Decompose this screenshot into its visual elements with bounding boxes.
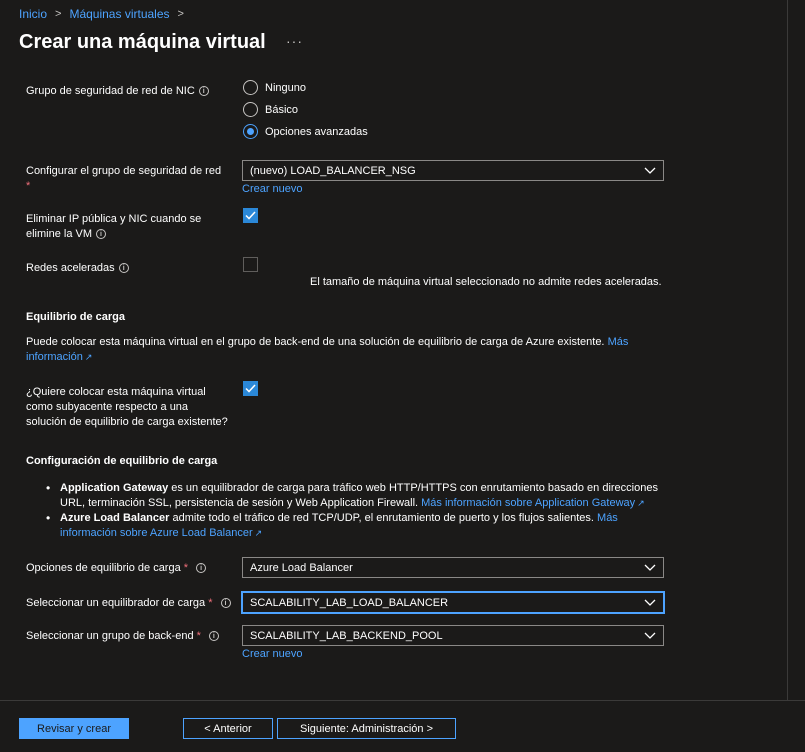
ag-name: Application Gateway: [60, 482, 169, 494]
list-item: Azure Load Balancer admite todo el tráfi…: [46, 511, 670, 541]
required-mark: *: [208, 597, 213, 609]
lb-config-title: Configuración de equilibrio de carga: [26, 455, 218, 467]
ag-text: URL, terminación SSL, persistencia de se…: [60, 497, 419, 509]
backend-pool-value: SCALABILITY_LAB_BACKEND_POOL: [250, 629, 443, 642]
radio-circle[interactable]: [243, 80, 258, 95]
breadcrumb-separator: >: [55, 8, 62, 20]
lb-options-select[interactable]: Azure Load Balancer: [242, 557, 664, 578]
lb-question-line3: solución de equilibrio de carga existent…: [26, 416, 228, 428]
radio-circle-selected[interactable]: [243, 124, 258, 139]
list-item: Application Gateway es un equilibrador d…: [46, 481, 670, 511]
external-link-icon: ↗: [637, 498, 645, 508]
page-title: Crear una máquina virtual: [19, 31, 266, 53]
footer-divider: [0, 700, 805, 701]
chevron-down-icon: [644, 167, 656, 175]
load-balancing-title: Equilibrio de carga: [26, 311, 126, 323]
breadcrumb-separator: >: [177, 8, 184, 20]
chevron-down-icon: [644, 632, 656, 640]
checkmark-icon: [245, 384, 256, 393]
chevron-down-icon: [644, 599, 656, 607]
delete-ip-checkbox[interactable]: [243, 208, 258, 223]
alb-text: admite todo el tráfico de red TCP/UDP, e…: [169, 512, 594, 524]
lb-select-value: SCALABILITY_LAB_LOAD_BALANCER: [250, 596, 449, 609]
info-icon[interactable]: i: [208, 631, 219, 642]
required-mark: *: [196, 630, 201, 642]
nic-nsg-label: Grupo de seguridad de red de NIC i: [26, 84, 209, 99]
accel-net-label: Redes aceleradas i: [26, 261, 129, 276]
more-link-text: Más: [607, 336, 629, 348]
required-mark: *: [26, 180, 31, 192]
lb-options-value: Azure Load Balancer: [250, 561, 353, 574]
lb-select-label-text: Seleccionar un equilibrador de carga: [26, 597, 206, 609]
backend-pool-label-text: Seleccionar un grupo de back-end: [26, 630, 194, 642]
accel-net-label-text: Redes aceleradas: [26, 262, 115, 274]
more-link-text: información: [26, 351, 83, 363]
lb-question-line1: ¿Quiere colocar esta máquina virtual: [26, 386, 206, 398]
lb-question-label: ¿Quiere colocar esta máquina virtual com…: [26, 385, 228, 430]
radio-label: Básico: [265, 103, 299, 116]
config-nsg-create-new-link[interactable]: Crear nuevo: [242, 183, 303, 195]
radio-label: Opciones avanzadas: [265, 125, 368, 138]
delete-ip-label-line1: Eliminar IP pública y NIC cuando se: [26, 213, 202, 225]
required-mark: *: [183, 562, 189, 574]
info-icon[interactable]: i: [96, 229, 107, 240]
radio-option-none[interactable]: Ninguno: [243, 80, 306, 95]
breadcrumb-vms-link[interactable]: Máquinas virtuales: [69, 7, 169, 21]
previous-button[interactable]: < Anterior: [183, 718, 273, 739]
nic-nsg-label-text: Grupo de seguridad de red de NIC: [26, 85, 195, 97]
config-nsg-label-text: Configurar el grupo de seguridad de red: [26, 165, 222, 177]
external-link-icon: ↗: [254, 528, 263, 538]
chevron-down-icon: [644, 564, 656, 572]
backend-pool-label: Seleccionar un grupo de back-end * i: [26, 629, 219, 644]
accel-net-note: El tamaño de máquina virtual seleccionad…: [310, 276, 662, 288]
alb-more-link[interactable]: Más: [597, 512, 618, 524]
delete-ip-label-line2: elimine la VM: [26, 228, 93, 240]
radio-label: Ninguno: [265, 81, 306, 94]
load-balancing-desc: Puede colocar esta máquina virtual en el…: [26, 335, 646, 365]
delete-ip-label: Eliminar IP pública y NIC cuando se elim…: [26, 212, 201, 242]
scroll-edge: [787, 0, 788, 700]
alb-more-link[interactable]: información sobre Azure Load Balancer: [60, 527, 253, 539]
config-nsg-value: (nuevo) LOAD_BALANCER_NSG: [250, 164, 416, 177]
radio-option-advanced[interactable]: Opciones avanzadas: [243, 124, 368, 139]
lb-select-select[interactable]: SCALABILITY_LAB_LOAD_BALANCER: [241, 591, 665, 614]
info-icon[interactable]: i: [118, 263, 129, 274]
lb-options-label: Opciones de equilibrio de carga * i: [26, 561, 207, 576]
breadcrumb-home-link[interactable]: Inicio: [19, 7, 47, 21]
next-button[interactable]: Siguiente: Administración >: [277, 718, 456, 739]
lb-options-label-text: Opciones de equilibrio de carga: [26, 562, 181, 574]
more-options-button[interactable]: ···: [286, 33, 303, 49]
ag-more-link[interactable]: Más información sobre Application Gatewa…: [421, 497, 635, 509]
config-nsg-label: Configurar el grupo de seguridad de red …: [26, 164, 221, 194]
ag-text: es un equilibrador de carga para tráfico…: [168, 482, 658, 494]
radio-circle[interactable]: [243, 102, 258, 117]
lb-config-bullets: Application Gateway es un equilibrador d…: [46, 481, 670, 541]
backend-pool-create-new-link[interactable]: Crear nuevo: [242, 648, 303, 660]
review-create-button[interactable]: Revisar y crear: [19, 718, 129, 739]
load-balancing-desc-text: Puede colocar esta máquina virtual en el…: [26, 336, 605, 348]
external-link-icon: ↗: [84, 352, 93, 362]
breadcrumb: Inicio > Máquinas virtuales >: [19, 7, 192, 21]
config-nsg-select[interactable]: (nuevo) LOAD_BALANCER_NSG: [242, 160, 664, 181]
radio-option-basic[interactable]: Básico: [243, 102, 298, 117]
checkmark-icon: [245, 211, 256, 220]
lb-question-checkbox[interactable]: [243, 381, 258, 396]
info-icon[interactable]: i: [220, 598, 231, 609]
backend-pool-select[interactable]: SCALABILITY_LAB_BACKEND_POOL: [242, 625, 664, 646]
alb-name: Azure Load Balancer: [60, 512, 170, 524]
lb-question-line2: como subyacente respecto a una: [26, 401, 189, 413]
lb-select-label: Seleccionar un equilibrador de carga * i: [26, 596, 231, 611]
accel-net-checkbox[interactable]: [243, 257, 258, 272]
info-icon[interactable]: i: [196, 563, 207, 574]
info-icon[interactable]: i: [198, 86, 209, 97]
